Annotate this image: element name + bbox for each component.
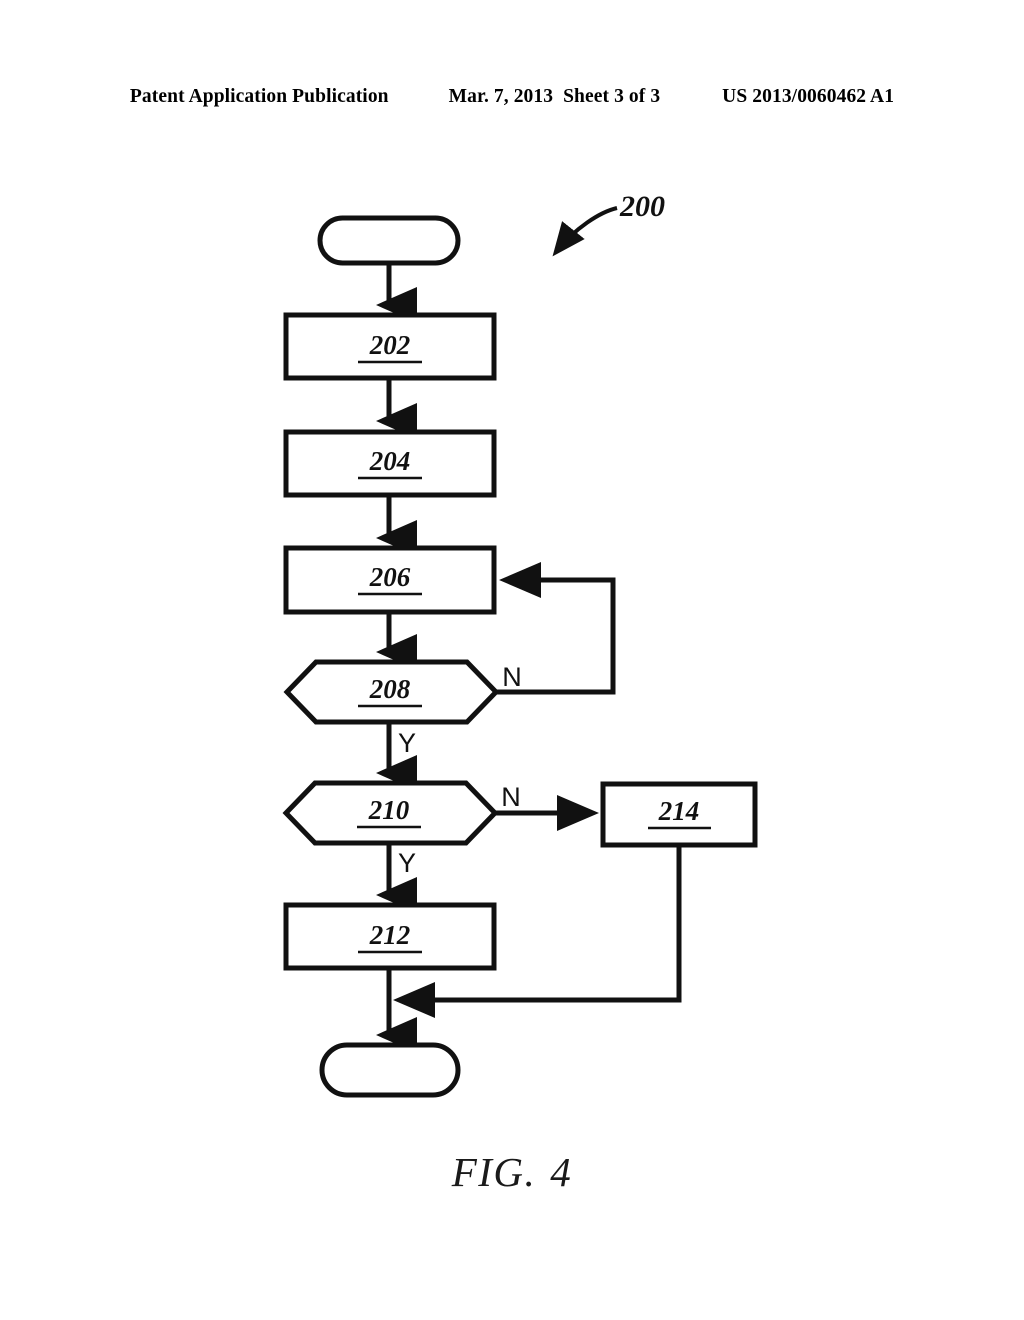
branch-label-208-yes: Y	[398, 728, 416, 758]
reference-numeral-200: 200	[619, 190, 665, 223]
figure-caption-number: 4	[550, 1149, 573, 1195]
node-212-label: 212	[369, 920, 411, 950]
node-202-label: 202	[369, 330, 411, 360]
node-204-label: 204	[369, 446, 411, 476]
flowchart-drawing: 202 204 206 208 210 212 214 N Y N Y 200	[0, 0, 1024, 1320]
figure-caption: FIG. 4	[0, 1148, 1024, 1196]
node-214-label: 214	[658, 796, 700, 826]
reference-leader-line	[552, 206, 618, 257]
figure-caption-word: FIG.	[451, 1149, 537, 1195]
node-206-label: 206	[369, 562, 411, 592]
node-end-terminator	[319, 1042, 461, 1098]
branch-label-208-no: N	[502, 662, 522, 692]
node-210-label: 210	[368, 795, 410, 825]
branch-label-210-yes: Y	[398, 848, 416, 878]
node-start-terminator	[317, 215, 461, 266]
branch-label-210-no: N	[501, 782, 521, 812]
node-208-label: 208	[369, 674, 411, 704]
